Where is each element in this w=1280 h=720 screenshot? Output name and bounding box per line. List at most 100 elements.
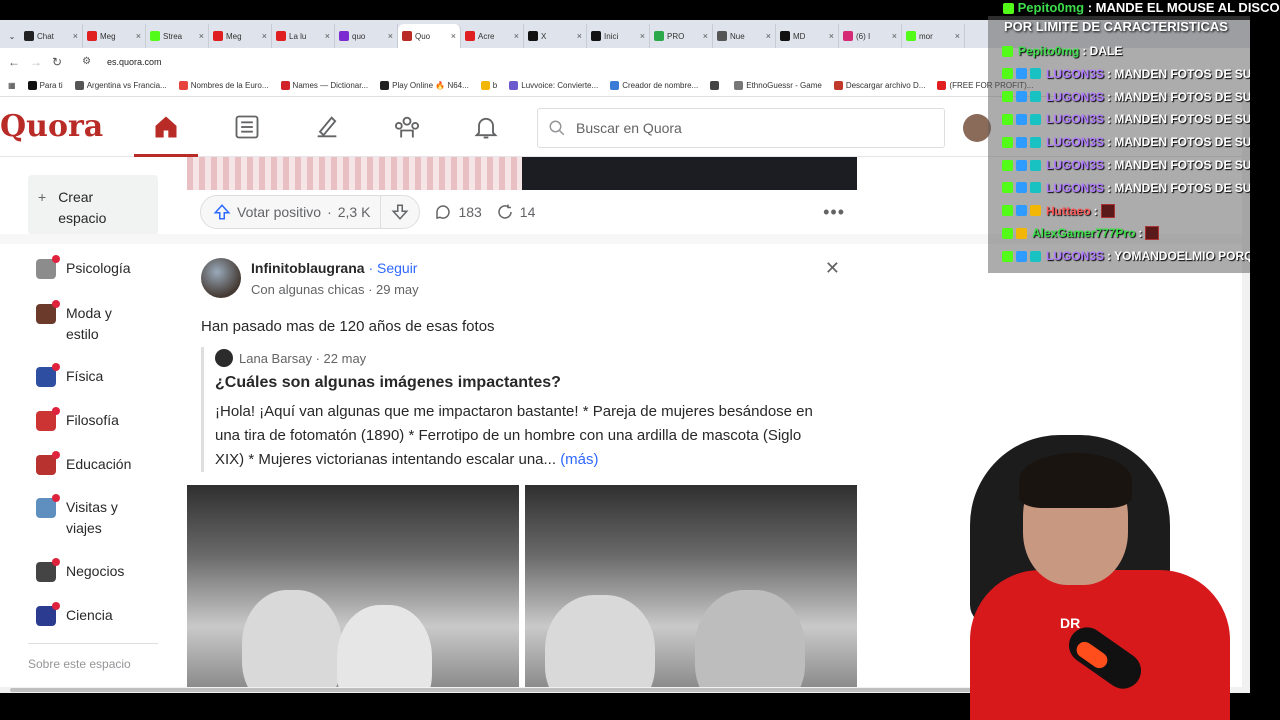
url-field[interactable]: es.quora.com xyxy=(107,57,162,67)
create-space-label: Crear espacio xyxy=(58,189,107,226)
tab-close-icon[interactable]: × xyxy=(388,31,393,41)
sidebar-space-item[interactable]: Visitas y viajes xyxy=(36,494,136,539)
chat-text: : DALE xyxy=(1082,44,1123,58)
more-options-icon[interactable]: ••• xyxy=(823,202,845,223)
chat-badge-icon xyxy=(1016,113,1027,125)
chat-badge-icon xyxy=(1030,250,1041,262)
quora-logo[interactable]: Quora xyxy=(0,109,103,144)
tab-close-icon[interactable]: × xyxy=(955,31,960,41)
tab-close-icon[interactable]: × xyxy=(640,31,645,41)
tab-title: Inici xyxy=(604,31,619,41)
tab-close-icon[interactable]: × xyxy=(577,31,582,41)
browser-tab[interactable]: MD × xyxy=(776,24,839,48)
bookmark-item[interactable] xyxy=(710,81,722,90)
bookmark-item[interactable]: b xyxy=(480,81,497,90)
chat-badge-icon xyxy=(1016,159,1027,171)
comments-button[interactable]: 183 xyxy=(434,203,482,221)
browser-tab[interactable]: Chat × xyxy=(20,24,83,48)
quote-author[interactable]: Lana Barsay · 22 may xyxy=(239,351,366,366)
tab-search-dropdown[interactable]: ⌄ xyxy=(4,24,20,48)
bookmark-favicon-icon xyxy=(380,81,390,90)
tab-close-icon[interactable]: × xyxy=(451,31,456,41)
bookmark-favicon-icon xyxy=(710,81,720,90)
downvote-button[interactable] xyxy=(381,196,419,228)
bookmark-item[interactable]: Argentina vs Francia... xyxy=(74,81,167,90)
tab-favicon-icon xyxy=(528,31,538,41)
post-photo-right[interactable] xyxy=(525,485,857,687)
reload-icon[interactable]: ↻ xyxy=(52,55,62,69)
chat-emote-icon xyxy=(1145,226,1160,241)
quote-question[interactable]: ¿Cuáles son algunas imágenes impactantes… xyxy=(215,374,841,392)
browser-tab[interactable]: Meg × xyxy=(83,24,146,48)
sidebar-footer[interactable]: Sobre este espacio xyxy=(28,657,131,671)
tab-close-icon[interactable]: × xyxy=(262,31,267,41)
bookmark-item[interactable]: Nombres de la Euro... xyxy=(178,81,269,90)
tab-close-icon[interactable]: × xyxy=(766,31,771,41)
browser-tab[interactable]: (6) I × xyxy=(839,24,902,48)
tab-close-icon[interactable]: × xyxy=(136,31,141,41)
back-icon[interactable]: ← xyxy=(8,55,20,69)
sidebar-space-item[interactable]: Filosofía xyxy=(36,407,136,431)
post-photo-left[interactable] xyxy=(187,485,519,687)
post-image[interactable] xyxy=(187,157,522,190)
browser-tab[interactable]: Nue × xyxy=(713,24,776,48)
sidebar-space-item[interactable]: Educación xyxy=(36,451,136,475)
browser-tab[interactable]: Strea × xyxy=(146,24,209,48)
tab-close-icon[interactable]: × xyxy=(199,31,204,41)
tab-close-icon[interactable]: × xyxy=(829,31,834,41)
browser-tab[interactable]: Inici × xyxy=(587,24,650,48)
sidebar-space-item[interactable]: Moda y estilo xyxy=(36,300,136,345)
browser-tab[interactable]: Meg × xyxy=(209,24,272,48)
bookmark-item[interactable]: Descargar archivo D... xyxy=(833,81,925,90)
sidebar-space-item[interactable]: Física xyxy=(36,363,136,387)
user-avatar[interactable] xyxy=(963,114,991,142)
notifications-icon[interactable] xyxy=(466,111,506,143)
quoted-answer[interactable]: Lana Barsay · 22 may ¿Cuáles son algunas… xyxy=(201,347,841,472)
bookmark-item[interactable]: EthnoGuessr - Game xyxy=(734,81,822,90)
more-link[interactable]: (más) xyxy=(560,451,598,468)
tab-close-icon[interactable]: × xyxy=(892,31,897,41)
browser-tab[interactable]: X × xyxy=(524,24,587,48)
bookmark-item[interactable]: Creador de nombre... xyxy=(610,81,698,90)
post-meta[interactable]: Con algunas chicas · 29 may xyxy=(251,282,419,297)
author-avatar[interactable] xyxy=(201,258,241,298)
post-author[interactable]: Infinitoblaugrana xyxy=(251,260,365,276)
upvote-button[interactable]: Votar positivo · 2,3 K xyxy=(201,196,382,228)
site-info-icon[interactable]: ⚙ xyxy=(82,56,91,67)
bookmark-item[interactable]: Play Online 🔥 N64... xyxy=(380,81,469,90)
bookmark-favicon-icon xyxy=(734,81,744,90)
close-icon[interactable]: ✕ xyxy=(825,258,840,279)
post-image[interactable] xyxy=(522,157,857,190)
chat-username: LUGON3S xyxy=(1046,89,1105,104)
tab-close-icon[interactable]: × xyxy=(325,31,330,41)
tab-close-icon[interactable]: × xyxy=(514,31,519,41)
upvote-label: Votar positivo xyxy=(237,204,322,220)
browser-tab[interactable]: mor × xyxy=(902,24,965,48)
spaces-icon[interactable] xyxy=(387,111,427,143)
sidebar-space-item[interactable]: Ciencia xyxy=(36,602,136,626)
search-input[interactable]: Buscar en Quora xyxy=(537,108,945,148)
sidebar-space-item[interactable]: Psicología xyxy=(36,255,136,279)
follow-link[interactable]: · Seguir xyxy=(368,260,417,276)
browser-tab[interactable]: Acre × xyxy=(461,24,524,48)
tab-close-icon[interactable]: × xyxy=(703,31,708,41)
sidebar-space-item[interactable]: Negocios xyxy=(36,558,136,582)
share-button[interactable]: 14 xyxy=(496,203,535,221)
chat-badge-icon xyxy=(1002,45,1013,57)
browser-tab[interactable]: quo × xyxy=(335,24,398,48)
browser-tab[interactable]: Quo × xyxy=(398,24,461,48)
following-icon[interactable] xyxy=(227,111,267,143)
answer-icon[interactable] xyxy=(307,111,347,143)
forward-icon[interactable]: → xyxy=(30,55,42,69)
bookmark-item[interactable]: Luvvoice: Convierte... xyxy=(509,81,598,90)
create-space-button[interactable]: + Crear espacio xyxy=(28,175,158,235)
tab-close-icon[interactable]: × xyxy=(73,31,78,41)
bookmark-item[interactable]: Para ti xyxy=(27,81,63,90)
home-icon[interactable] xyxy=(134,111,198,157)
kick-badge-icon xyxy=(1003,3,1014,15)
bookmark-item[interactable]: Names — Dictionar... xyxy=(280,81,368,90)
quote-author-avatar[interactable] xyxy=(215,349,233,367)
browser-tab[interactable]: PRO × xyxy=(650,24,713,48)
apps-icon[interactable]: ▦ xyxy=(8,81,16,90)
browser-tab[interactable]: La lu × xyxy=(272,24,335,48)
